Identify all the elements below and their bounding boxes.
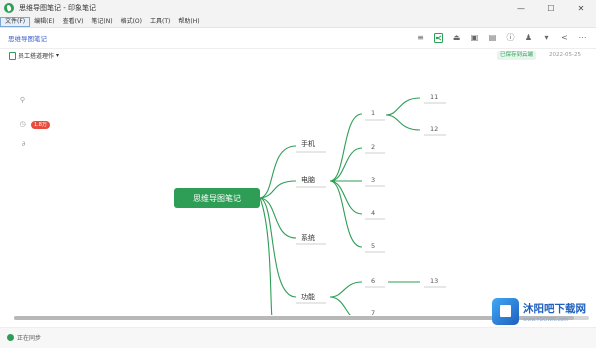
leaf-node[interactable]: 3 [371,176,375,184]
title-bar: 思维导图笔记 - 印象笔记 — ☐ ✕ [0,0,596,16]
note-date: 2022-05-25 [549,52,581,58]
branch-node-system[interactable]: 系统 [301,233,315,243]
watermark-subtitle: www.YDOWN.com [523,317,569,323]
leaf-node[interactable]: 12 [430,125,438,133]
leaf-node[interactable]: 1 [371,109,375,117]
mindmap-icon[interactable] [433,32,444,43]
mindmap-canvas[interactable]: 手机 电脑 系统 功能 1 2 3 4 5 6 7 11 12 13 [0,63,596,317]
export-icon[interactable]: ▤ [487,32,498,43]
note-toolbar: 思维导图笔记 ≡ ⏏ ▣ ▤ ⓘ ♟ ▾ < ⋯ [0,28,596,49]
chevron-down-icon: ▾ [56,52,60,59]
menu-edit[interactable]: 编辑(E) [30,17,58,27]
branch-node-phone[interactable]: 手机 [301,139,315,149]
notebook-selector[interactable]: 员工搭道理作 ▾ [9,51,59,60]
menu-view[interactable]: 查看(V) [59,17,88,27]
sync-status-badge: 已保存到云端 [497,51,537,60]
notebook-icon [9,51,16,60]
leaf-node[interactable]: 4 [371,209,375,217]
notebook-name: 员工搭道理作 [18,53,55,60]
menu-help[interactable]: 帮助(H) [174,17,203,27]
watermark-logo [492,298,519,325]
watermark: 沐阳吧下载网 www.YDOWN.com [492,296,592,330]
leaf-node[interactable]: 2 [371,143,375,151]
window-title: 思维导图笔记 - 印象笔记 [19,4,96,12]
status-bar: 正在同步 [0,327,596,348]
sync-label: 正在同步 [17,335,42,342]
share-icon[interactable]: < [559,32,570,43]
menu-file[interactable]: 文件(F) [0,16,31,27]
mindmap-glyph [434,32,443,43]
branch-node-function[interactable]: 功能 [301,292,315,302]
scrollbar-thumb[interactable] [14,316,574,320]
leaf-node[interactable]: 6 [371,277,375,285]
leaf-node[interactable]: 11 [430,93,438,101]
present-icon[interactable]: ▣ [469,32,480,43]
maximize-button[interactable]: ☐ [536,0,566,16]
info-icon[interactable]: ⓘ [505,32,516,43]
more-icon[interactable]: ⋯ [577,32,588,43]
mindmap-connectors [259,97,446,315]
reminder-icon[interactable]: ⏏ [451,32,462,43]
sync-icon [7,334,14,341]
branch-node-computer[interactable]: 电脑 [301,175,315,185]
window-controls: — ☐ ✕ [506,0,596,16]
app-logo-icon [4,3,14,13]
leaf-node[interactable]: 13 [430,277,438,285]
dropdown-icon[interactable]: ▾ [541,32,552,43]
toolbar-icons: ≡ ⏏ ▣ ▤ ⓘ ♟ ▾ < ⋯ [415,32,588,43]
menu-note[interactable]: 笔记(N) [87,17,116,27]
breadcrumb[interactable]: 思维导图笔记 [8,33,47,43]
menu-format[interactable]: 格式(O) [117,17,146,27]
minimize-button[interactable]: — [506,0,536,16]
sync-indicator[interactable]: 正在同步 [7,333,41,342]
list-icon[interactable]: ≡ [415,32,426,43]
close-button[interactable]: ✕ [566,0,596,16]
leaf-node[interactable]: 5 [371,242,375,250]
menu-bar: 文件(F) 编辑(E) 查看(V) 笔记(N) 格式(O) 工具(T) 帮助(H… [0,16,596,28]
user-icon[interactable]: ♟ [523,32,534,43]
note-info-row: 员工搭道理作 ▾ 已保存到云端 2022-05-25 [0,49,596,63]
menu-tools[interactable]: 工具(T) [146,17,174,27]
root-node[interactable]: 思维导图笔记 [174,188,260,208]
watermark-title: 沐阳吧下载网 [523,303,586,315]
